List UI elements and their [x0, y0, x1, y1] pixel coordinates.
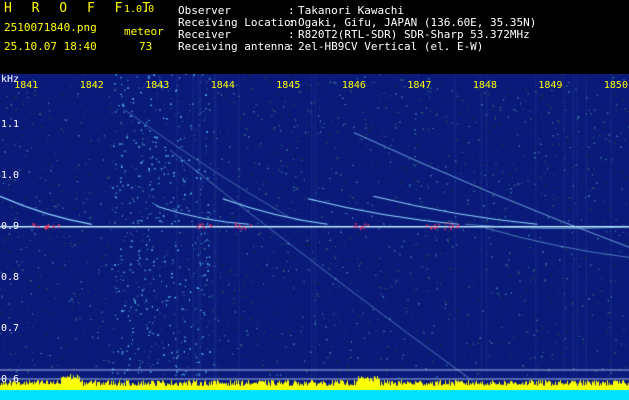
- y-tick-label: 0.8: [1, 271, 20, 283]
- y-tick-label: 1.0: [1, 169, 20, 181]
- meteor-count: 73: [139, 40, 153, 53]
- antenna-value: 2el-HB9CV Vertical (el. E-W): [298, 40, 484, 53]
- datetime: 25.10.07 18:40: [4, 40, 97, 53]
- y-tick-label: 0.6: [1, 373, 20, 385]
- x-tick-label: 1842: [79, 80, 104, 91]
- spectrogram-canvas: [0, 74, 629, 400]
- x-tick-label: 1850: [603, 80, 628, 91]
- y-tick-label: 0.7: [1, 322, 20, 334]
- y-tick-label: 1.1: [1, 118, 20, 130]
- x-tick-label: 1845: [276, 80, 301, 91]
- x-tick-label: 1846: [341, 80, 366, 91]
- meteor-label: meteor: [124, 25, 164, 38]
- x-tick-label: 1849: [538, 80, 563, 91]
- y-tick-label: 0.9: [1, 220, 20, 232]
- colon: :: [288, 40, 295, 53]
- filename: 2510071840.png: [4, 21, 97, 34]
- x-tick-label: 1844: [210, 80, 235, 91]
- antenna-key: Receiving antenna: [178, 40, 291, 53]
- x-tick-label: 1848: [472, 80, 497, 91]
- app-version: 1.0.0: [124, 4, 155, 15]
- header-panel: H R O F F T 1.0.0 2510071840.png 25.10.0…: [0, 0, 629, 74]
- x-tick-label: 1847: [407, 80, 432, 91]
- x-tick-label: 1841: [14, 80, 39, 91]
- x-tick-label: 1843: [145, 80, 170, 91]
